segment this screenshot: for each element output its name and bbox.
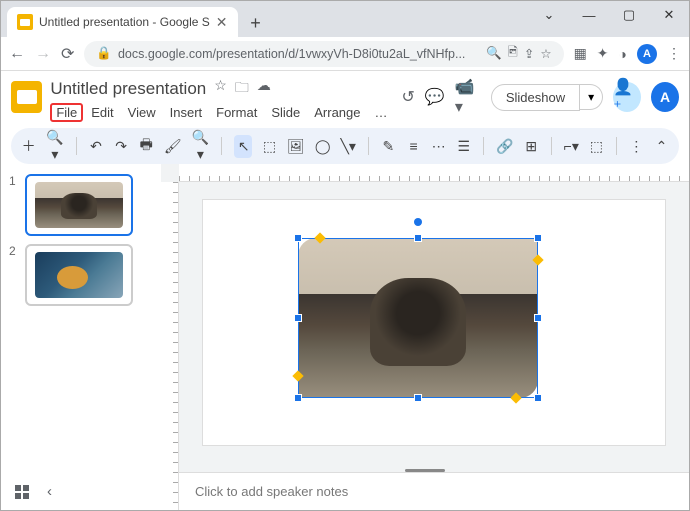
browser-tab[interactable]: Untitled presentation - Google S ✕ (7, 7, 238, 37)
account-avatar[interactable]: A (651, 82, 679, 112)
vertical-ruler (161, 182, 179, 510)
extensions-icon[interactable]: ✦ (597, 45, 609, 62)
image-content (298, 238, 538, 398)
lock-icon: 🔒 (96, 46, 112, 61)
paint-format-button[interactable]: 🖌 (164, 138, 182, 155)
menu-file[interactable]: File (50, 103, 83, 122)
redo-button[interactable]: ↷ (114, 138, 129, 155)
line-tool[interactable]: ╲▾ (341, 138, 356, 155)
border-color-button[interactable]: ✎ (381, 138, 396, 155)
zoom-button[interactable]: 🔍▾ (192, 129, 209, 163)
slideshow-dropdown[interactable]: ▾ (580, 84, 603, 110)
tab-close-icon[interactable]: ✕ (216, 14, 228, 31)
previous-slide-button[interactable]: ‹ (47, 483, 52, 500)
new-slide-button[interactable]: ＋ (21, 136, 36, 156)
canvas-area: Click to add speaker notes (161, 164, 689, 510)
menu-edit[interactable]: Edit (85, 103, 119, 122)
horizontal-ruler (179, 164, 689, 182)
slide-number: 1 (9, 174, 19, 188)
shape-tool[interactable]: ◯ (315, 138, 331, 155)
explore-grid-icon[interactable] (15, 485, 29, 499)
menu-arrange[interactable]: Arrange (308, 103, 366, 122)
cloud-status-icon: ☁ (257, 77, 271, 101)
resize-handle-br[interactable] (534, 394, 542, 402)
history-icon[interactable]: ↺ (401, 87, 414, 107)
more-tools-icon[interactable]: ⋮ (629, 138, 644, 155)
resize-handle-bm[interactable] (414, 394, 422, 402)
undo-button[interactable]: ↶ (88, 138, 103, 155)
comments-icon[interactable]: 💬 (425, 87, 445, 107)
rotation-handle[interactable] (414, 218, 422, 226)
move-folder-icon[interactable]: 🗀 (235, 77, 249, 101)
resize-handle-tl[interactable] (294, 234, 302, 242)
slides-favicon-icon (17, 14, 33, 30)
translate-icon[interactable]: 🖻 (508, 43, 518, 64)
print-button[interactable]: 🖶 (139, 134, 154, 158)
search-menu-button[interactable]: 🔍▾ (46, 129, 63, 163)
menu-more[interactable]: … (368, 103, 393, 122)
slide-thumbnail[interactable]: 1 (9, 174, 153, 236)
resize-handle-bl[interactable] (294, 394, 302, 402)
extension-a-icon[interactable]: ▦ (574, 45, 587, 62)
thumbnail-image (35, 252, 123, 298)
textbox-tool[interactable]: ⬚ (262, 138, 277, 155)
share-button[interactable]: 👤⁺ (613, 82, 641, 112)
browser-profile-avatar[interactable]: A (637, 44, 657, 64)
reload-button[interactable]: ⟳ (61, 44, 74, 64)
window-maximize-icon[interactable]: ▢ (615, 5, 643, 25)
image-tool[interactable]: 🖼 (287, 138, 305, 155)
document-title[interactable]: Untitled presentation (50, 79, 206, 99)
comment-button[interactable]: ⊞ (524, 138, 539, 155)
select-tool[interactable]: ↖ (234, 135, 252, 158)
extension-b-icon[interactable]: ◑ (619, 46, 627, 62)
tab-title: Untitled presentation - Google S (39, 15, 210, 29)
format-options-button[interactable]: ☰ (456, 138, 471, 155)
resize-handle-tr[interactable] (534, 234, 542, 242)
speaker-notes-placeholder: Click to add speaker notes (195, 484, 348, 499)
forward-button[interactable]: → (35, 45, 51, 63)
back-button[interactable]: ← (9, 45, 25, 63)
selected-image[interactable] (298, 238, 538, 398)
meet-icon[interactable]: 📹▾ (455, 77, 481, 117)
crop-button[interactable]: ⌐▾ (564, 138, 579, 155)
link-button[interactable]: 🔗 (496, 138, 513, 155)
browser-menu-icon[interactable]: ⋮ (667, 45, 681, 62)
chevron-down-icon[interactable]: ⌄ (535, 5, 563, 25)
menu-format[interactable]: Format (210, 103, 263, 122)
window-close-icon[interactable]: ✕ (655, 5, 683, 25)
resize-handle-tm[interactable] (414, 234, 422, 242)
window-minimize-icon[interactable]: ― (575, 5, 603, 25)
search-in-page-icon[interactable]: 🔍 (486, 46, 502, 61)
mask-button[interactable]: ⬚ (589, 138, 604, 155)
star-icon[interactable]: ☆ (214, 77, 227, 101)
slide-number: 2 (9, 244, 19, 258)
menu-insert[interactable]: Insert (164, 103, 209, 122)
resize-handle-ml[interactable] (294, 314, 302, 322)
menu-view[interactable]: View (122, 103, 162, 122)
speaker-notes[interactable]: Click to add speaker notes (179, 472, 689, 510)
slides-logo-icon[interactable] (11, 81, 42, 113)
menu-bar: File Edit View Insert Format Slide Arran… (50, 103, 393, 122)
url-text: docs.google.com/presentation/d/1vwxyVh-D… (118, 47, 465, 61)
thumbnail-image (35, 182, 123, 228)
browser-address-bar: ← → ⟳ 🔒 docs.google.com/presentation/d/1… (1, 37, 689, 71)
slideshow-button[interactable]: Slideshow (491, 84, 580, 111)
share-url-icon[interactable]: ⇪ (524, 46, 534, 61)
slide-thumbnail[interactable]: 2 (9, 244, 153, 306)
url-field[interactable]: 🔒 docs.google.com/presentation/d/1vwxyVh… (84, 41, 563, 67)
new-tab-button[interactable]: + (242, 9, 270, 37)
border-dash-button[interactable]: ⋯ (431, 138, 446, 155)
bookmark-icon[interactable]: ☆ (540, 46, 551, 61)
menu-slide[interactable]: Slide (265, 103, 306, 122)
slide-thumbnail-panel: 1 2 (1, 164, 161, 510)
slide-canvas[interactable] (203, 200, 665, 445)
toolbar: ＋ 🔍▾ ↶ ↷ 🖶 🖌 🔍▾ ↖ ⬚ 🖼 ◯ ╲▾ ✎ ≡ ⋯ ☰ 🔗 ⊞ ⌐… (11, 128, 679, 164)
resize-handle-mr[interactable] (534, 314, 542, 322)
collapse-toolbar-button[interactable]: ⌃ (654, 138, 669, 155)
border-weight-button[interactable]: ≡ (406, 138, 421, 154)
